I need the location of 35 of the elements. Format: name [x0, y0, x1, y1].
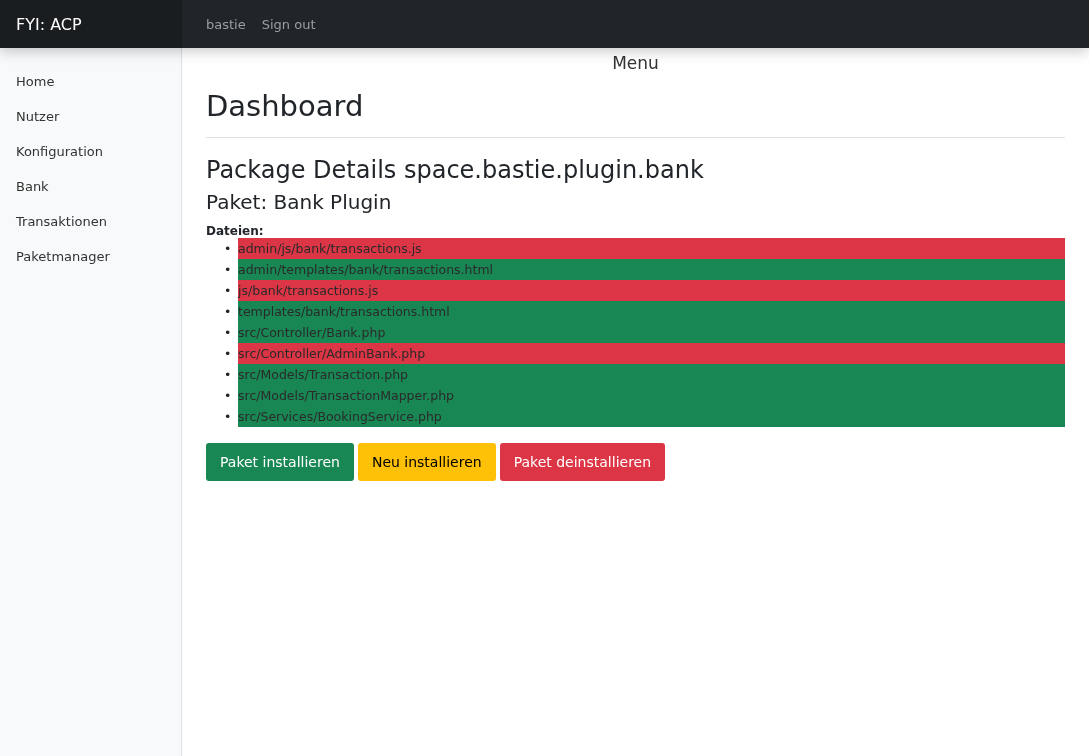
bullet-mark: • [224, 345, 233, 363]
menu-title: Menu [611, 53, 660, 73]
action-button[interactable]: Paket installieren [206, 443, 354, 481]
sidebar-item[interactable]: Konfiguration [0, 134, 119, 169]
page-title: Dashboard [206, 89, 365, 123]
sidebar-item[interactable]: Home [0, 64, 71, 99]
bullet-mark: • [224, 366, 233, 384]
sidebar-item[interactable]: Paketmanager [0, 239, 126, 274]
file-path: templates/bank/transactions.html [238, 301, 1065, 322]
nav-link[interactable]: Sign out [261, 16, 316, 32]
file-path: src/Models/TransactionMapper.php [238, 385, 1065, 406]
bullet-mark: • [224, 387, 233, 405]
sidebar-item[interactable]: Transaktionen [0, 204, 123, 239]
file-path: src/Controller/Bank.php [238, 322, 1065, 343]
file-path: src/Services/BookingService.php [238, 406, 1065, 427]
file-path: admin/templates/bank/transactions.html [238, 259, 1065, 280]
bullet-mark: • [224, 324, 233, 342]
sidebar-item[interactable]: Bank [0, 169, 65, 204]
action-button[interactable]: Paket deinstallieren [499, 443, 666, 481]
file-path: src/Controller/AdminBank.php [238, 343, 1065, 364]
bullet-mark: • [224, 408, 233, 426]
files-label: Dateien: [206, 224, 265, 238]
bullet-mark: • [224, 240, 233, 258]
nav-link[interactable]: bastie [206, 16, 246, 32]
package-heading: Package Details space.bastie.plugin.bank [206, 156, 705, 184]
bullet-mark: • [224, 303, 233, 321]
brand-link[interactable]: FYI: ACP [16, 14, 82, 34]
action-button[interactable]: Neu installieren [357, 443, 496, 481]
package-name: Paket: Bank Plugin [206, 190, 393, 214]
bullet-mark: • [224, 282, 233, 300]
file-path: src/Models/Transaction.php [238, 364, 1065, 385]
file-path: js/bank/transactions.js [238, 280, 1065, 301]
file-path: admin/js/bank/transactions.js [238, 238, 1065, 259]
sidebar-item[interactable]: Nutzer [0, 99, 76, 134]
bullet-mark: • [224, 261, 233, 279]
